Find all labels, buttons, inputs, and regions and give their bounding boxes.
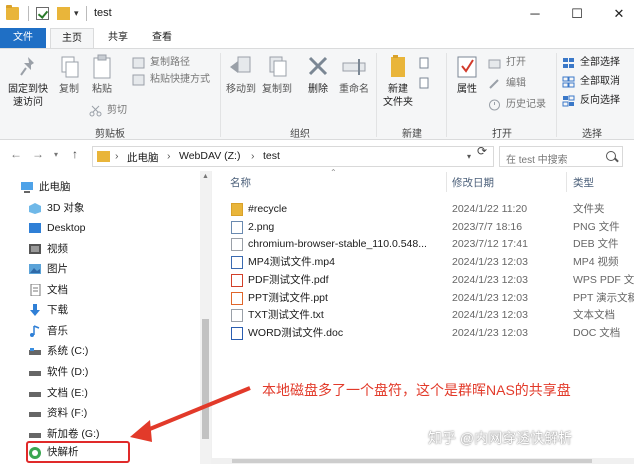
annotation-text: 本地磁盘多了一个盘符，这个是群晖NAS的共享盘: [262, 382, 571, 398]
watermark: 知乎 @内网穿透快解析: [428, 430, 573, 446]
horizontal-scrollbar[interactable]: [212, 458, 634, 464]
scrollbar-thumb[interactable]: [232, 459, 592, 463]
